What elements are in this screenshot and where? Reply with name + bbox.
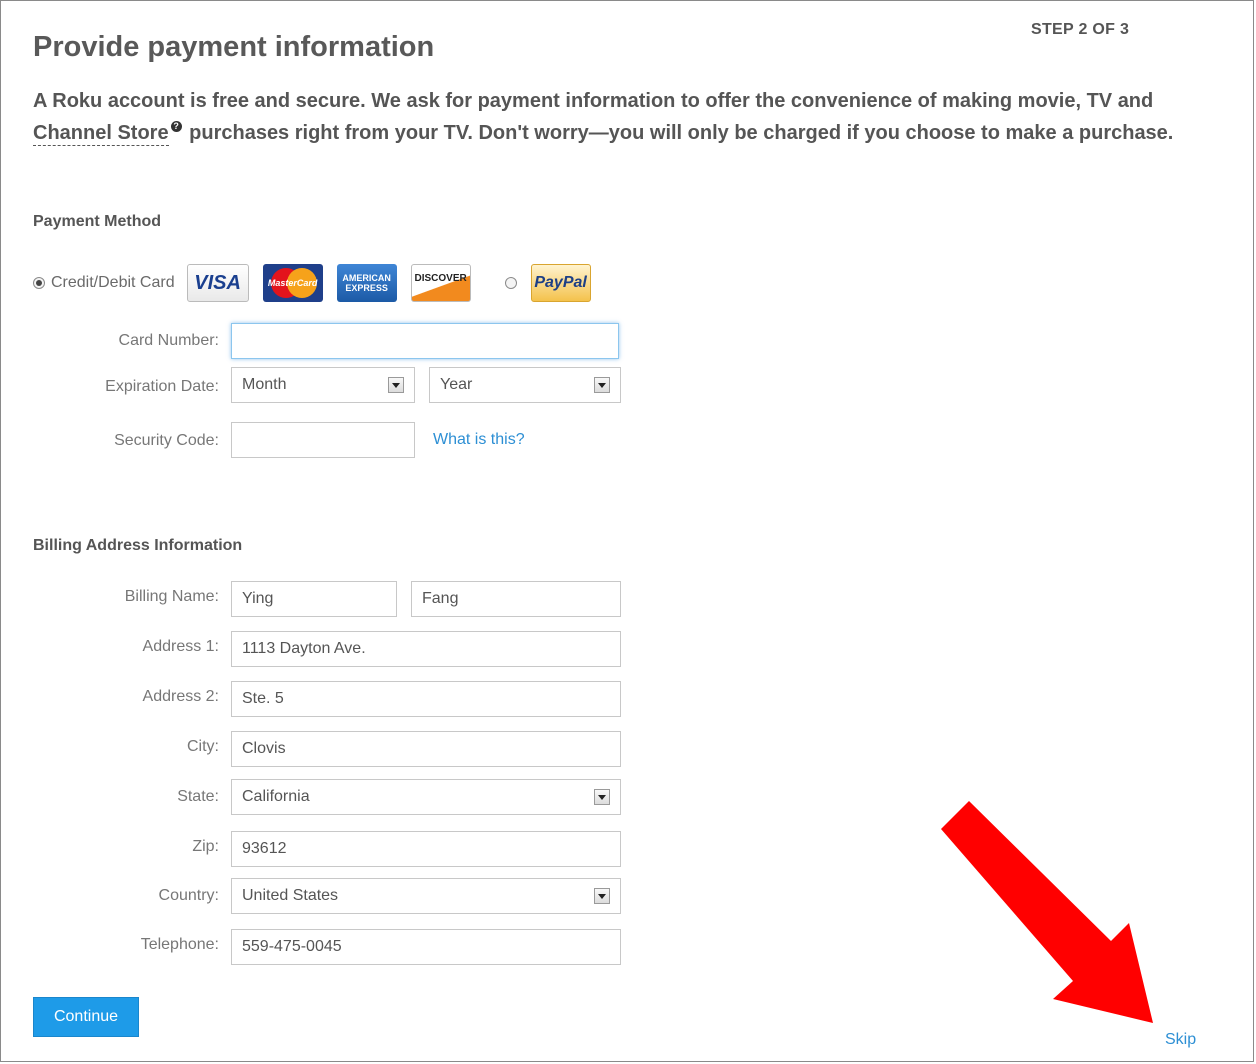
country-row: Country: bbox=[1, 878, 219, 914]
billing-name-label: Billing Name: bbox=[124, 588, 219, 605]
security-code-row: Security Code: bbox=[1, 423, 219, 459]
telephone-label: Telephone: bbox=[140, 936, 219, 953]
skip-link[interactable]: Skip bbox=[1165, 1031, 1196, 1049]
chevron-down-icon bbox=[594, 789, 610, 805]
card-number-input[interactable] bbox=[231, 323, 619, 359]
expiration-label: Expiration Date: bbox=[105, 378, 219, 395]
telephone-row: Telephone: bbox=[1, 927, 219, 963]
country-select[interactable]: United States bbox=[231, 878, 621, 914]
address2-label: Address 2: bbox=[142, 688, 219, 705]
intro-text-before: A Roku account is free and secure. We as… bbox=[33, 90, 1154, 112]
card-number-row: Card Number: bbox=[1, 323, 219, 359]
first-name-input[interactable]: Ying bbox=[231, 581, 397, 617]
credit-card-label[interactable]: Credit/Debit Card bbox=[51, 274, 175, 292]
continue-button[interactable]: Continue bbox=[33, 997, 139, 1037]
amex-logo-line1: AMERICAN bbox=[342, 273, 391, 283]
state-value: California bbox=[242, 788, 310, 805]
state-select[interactable]: California bbox=[231, 779, 621, 815]
mastercard-logo-text: MasterCard bbox=[267, 278, 318, 288]
chevron-down-icon bbox=[594, 377, 610, 393]
country-value: United States bbox=[242, 887, 339, 904]
card-number-label: Card Number: bbox=[118, 332, 219, 349]
billing-heading: Billing Address Information bbox=[33, 537, 243, 554]
help-icon[interactable]: ? bbox=[170, 121, 182, 132]
security-code-input[interactable] bbox=[231, 422, 415, 458]
page-title: Provide payment information bbox=[33, 31, 435, 63]
intro-text-after: purchases right from your TV. Don't worr… bbox=[183, 122, 1174, 144]
address1-label: Address 1: bbox=[142, 638, 219, 655]
address1-input[interactable]: 1113 Dayton Ave. bbox=[231, 631, 621, 667]
zip-label: Zip: bbox=[192, 838, 219, 855]
what-is-this-link[interactable]: What is this? bbox=[433, 431, 525, 449]
payment-page: STEP 2 OF 3 Provide payment information … bbox=[0, 0, 1254, 1062]
zip-row: Zip: bbox=[1, 829, 219, 865]
intro-text: A Roku account is free and secure. We as… bbox=[33, 85, 1213, 149]
security-code-label: Security Code: bbox=[114, 432, 219, 449]
city-input[interactable]: Clovis bbox=[231, 731, 621, 767]
channel-store-link[interactable]: Channel Store bbox=[33, 122, 169, 146]
step-indicator: STEP 2 OF 3 bbox=[1031, 21, 1130, 38]
paypal-logo[interactable]: PayPal bbox=[530, 264, 591, 302]
discover-logo: DISCOVER bbox=[410, 264, 471, 302]
state-label: State: bbox=[177, 788, 219, 805]
year-value: Year bbox=[440, 376, 473, 393]
city-row: City: bbox=[1, 729, 219, 765]
country-label: Country: bbox=[158, 887, 219, 904]
billing-name-row: Billing Name: bbox=[1, 579, 219, 615]
address1-row: Address 1: bbox=[1, 629, 219, 665]
state-row: State: bbox=[1, 779, 219, 815]
mastercard-logo: MasterCard bbox=[262, 264, 323, 302]
zip-input[interactable]: 93612 bbox=[231, 831, 621, 867]
payment-method-heading: Payment Method bbox=[33, 213, 162, 230]
month-select[interactable]: Month bbox=[231, 367, 415, 403]
year-select[interactable]: Year bbox=[429, 367, 621, 403]
address2-row: Address 2: bbox=[1, 679, 219, 715]
chevron-down-icon bbox=[388, 377, 404, 393]
month-value: Month bbox=[242, 376, 287, 393]
expiration-row: Expiration Date: bbox=[1, 369, 219, 405]
credit-card-radio[interactable] bbox=[33, 277, 45, 289]
last-name-input[interactable]: Fang bbox=[411, 581, 621, 617]
amex-logo: AMERICAN EXPRESS bbox=[336, 264, 397, 302]
city-label: City: bbox=[187, 738, 219, 755]
amex-logo-line2: EXPRESS bbox=[345, 283, 388, 293]
payment-method-options: Credit/Debit Card VISA MasterCard AMERIC… bbox=[33, 263, 605, 303]
red-arrow-shape bbox=[941, 801, 1153, 1023]
telephone-input[interactable]: 559-475-0045 bbox=[231, 929, 621, 965]
chevron-down-icon bbox=[594, 888, 610, 904]
paypal-radio[interactable] bbox=[504, 277, 517, 289]
red-arrow-annotation-icon bbox=[941, 801, 1153, 1023]
visa-logo: VISA bbox=[186, 264, 249, 302]
address2-input[interactable]: Ste. 5 bbox=[231, 681, 621, 717]
